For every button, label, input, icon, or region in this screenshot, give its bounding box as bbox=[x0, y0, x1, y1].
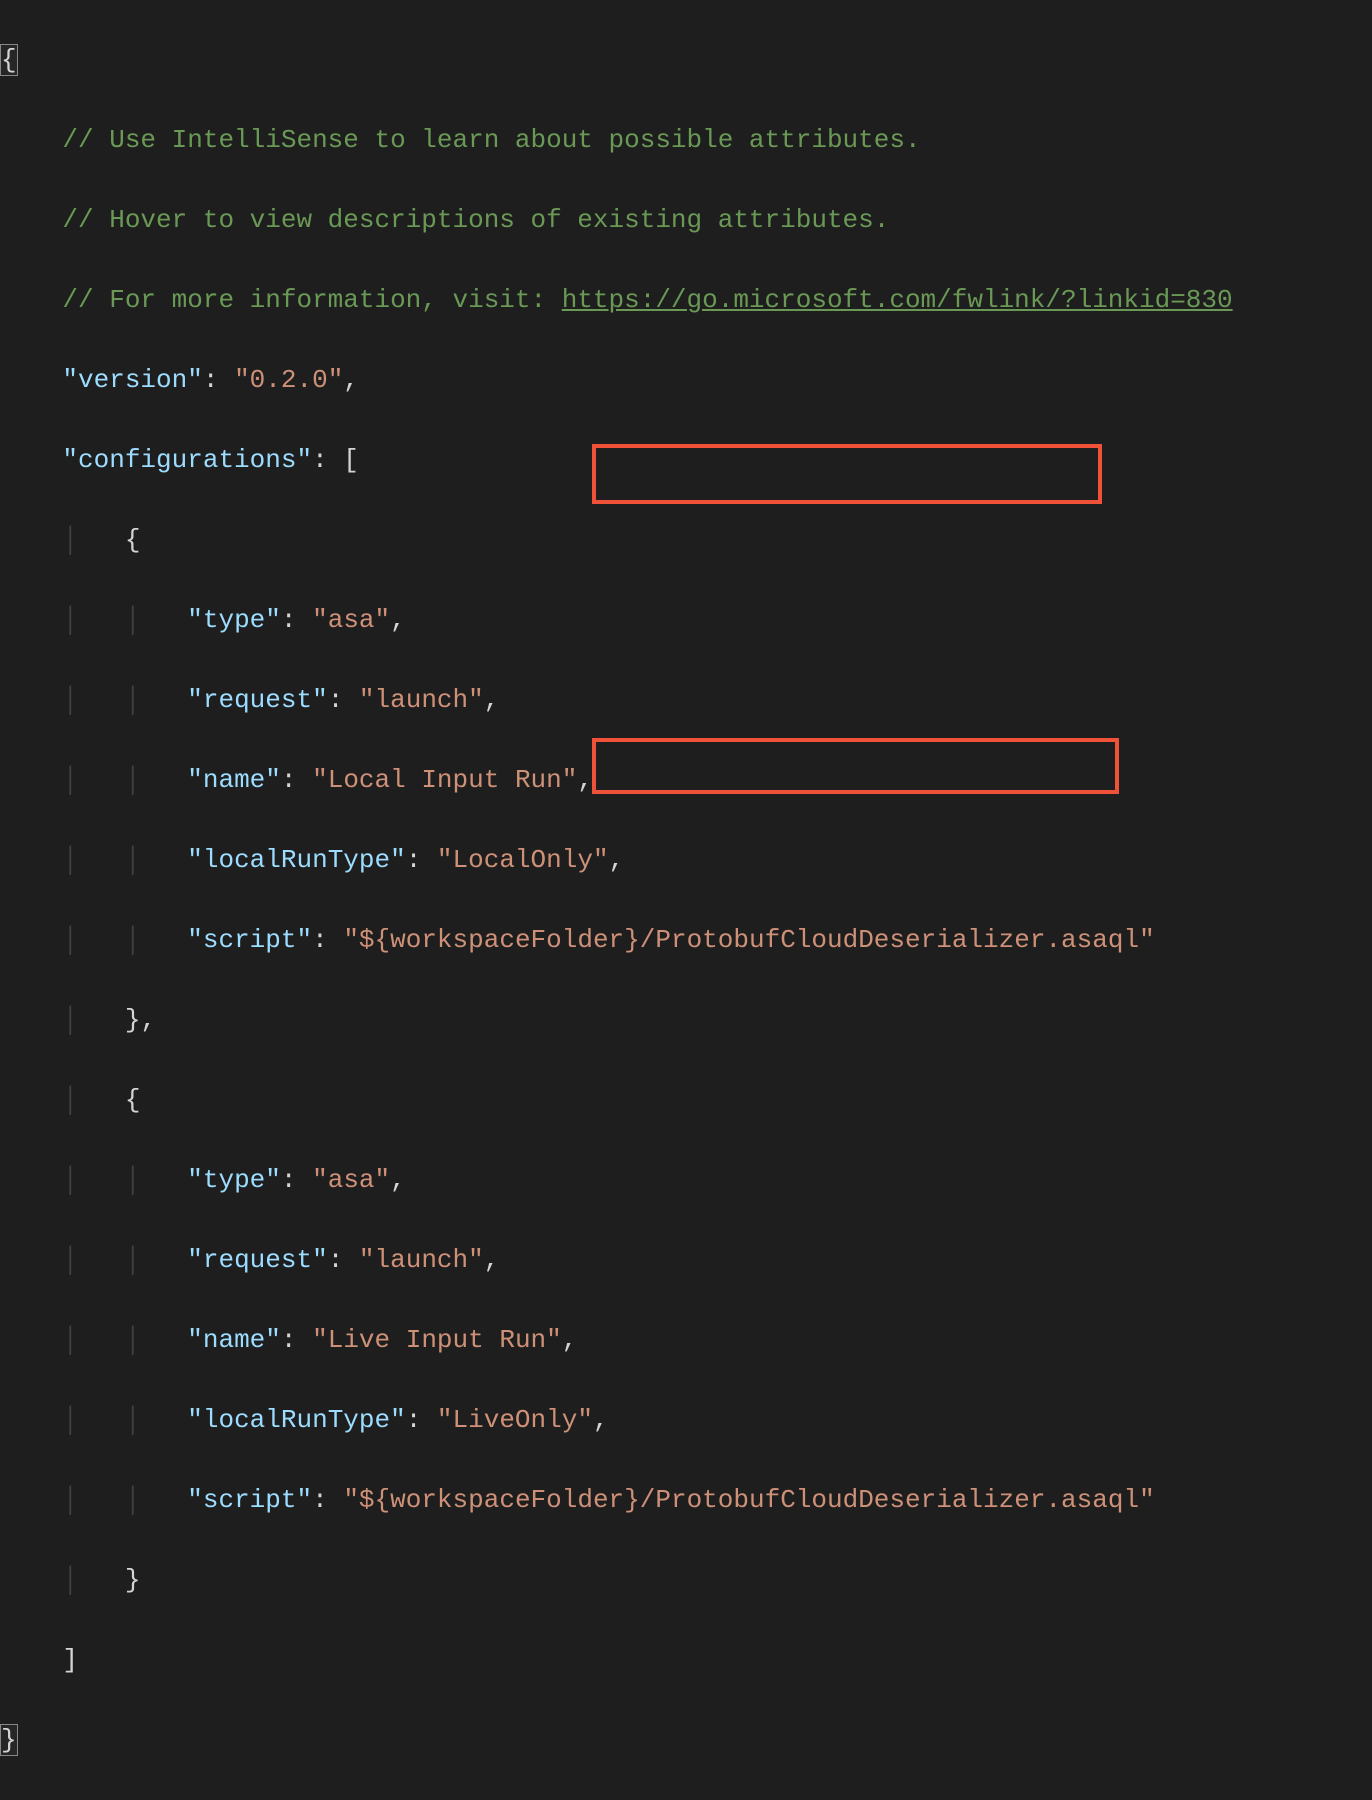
json-val-request: "launch" bbox=[359, 685, 484, 715]
json-key-type: "type" bbox=[187, 605, 281, 635]
close-object-comma: }, bbox=[125, 1005, 156, 1035]
json-val-localruntype: "LocalOnly" bbox=[437, 845, 609, 875]
json-key-request: "request" bbox=[187, 1245, 327, 1275]
json-key-request: "request" bbox=[187, 685, 327, 715]
json-val-name: "Live Input Run" bbox=[312, 1325, 562, 1355]
comment-link[interactable]: https://go.microsoft.com/fwlink/?linkid=… bbox=[562, 285, 1233, 315]
comment-line: // For more information, visit: bbox=[62, 285, 561, 315]
json-val-script-highlight: ProtobufCloudDeserializer.asaql bbox=[655, 925, 1139, 955]
json-val-name: "Local Input Run" bbox=[312, 765, 577, 795]
comment-line: // Hover to view descriptions of existin… bbox=[62, 205, 889, 235]
json-key-name: "name" bbox=[187, 1325, 281, 1355]
json-val-script-prefix: "${workspaceFolder}/ bbox=[343, 1485, 655, 1515]
json-val-script-suffix: " bbox=[1139, 925, 1155, 955]
comment-line: // Use IntelliSense to learn about possi… bbox=[62, 125, 920, 155]
json-val-version: "0.2.0" bbox=[234, 365, 343, 395]
open-object: { bbox=[125, 1085, 141, 1115]
close-brace: } bbox=[0, 1724, 18, 1756]
json-val-localruntype: "LiveOnly" bbox=[437, 1405, 593, 1435]
json-val-request: "launch" bbox=[359, 1245, 484, 1275]
json-key-localruntype: "localRunType" bbox=[187, 845, 405, 875]
json-key-script: "script" bbox=[187, 925, 312, 955]
json-key-name: "name" bbox=[187, 765, 281, 795]
json-val-script-highlight: ProtobufCloudDeserializer.asaql bbox=[655, 1485, 1139, 1515]
json-val-script-suffix: " bbox=[1139, 1485, 1155, 1515]
open-brace: { bbox=[0, 44, 18, 76]
json-key-script: "script" bbox=[187, 1485, 312, 1515]
open-object: { bbox=[125, 525, 141, 555]
json-key-localruntype: "localRunType" bbox=[187, 1405, 405, 1435]
json-key-version: "version" bbox=[62, 365, 202, 395]
json-val-type: "asa" bbox=[312, 605, 390, 635]
code-editor[interactable]: { // Use IntelliSense to learn about pos… bbox=[0, 0, 1372, 1800]
json-val-script-prefix: "${workspaceFolder}/ bbox=[343, 925, 655, 955]
close-bracket: ] bbox=[62, 1645, 78, 1675]
close-object: } bbox=[125, 1565, 141, 1595]
json-val-type: "asa" bbox=[312, 1165, 390, 1195]
json-key-type: "type" bbox=[187, 1165, 281, 1195]
json-key-configurations: "configurations" bbox=[62, 445, 312, 475]
